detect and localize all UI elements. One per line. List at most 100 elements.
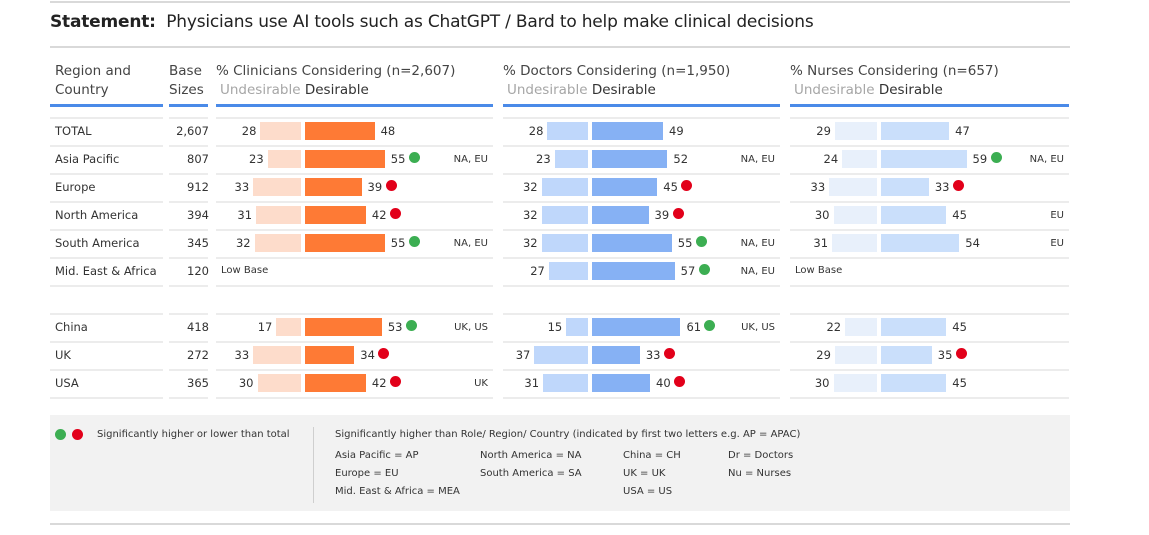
doctors-desirable-bar [592,374,650,392]
low-base-label: Low Base [795,265,843,276]
doctors-undesirable-value: 15 [547,320,563,334]
sig-higher-dot-icon [408,152,420,163]
doctors-title: % Doctors Considering (n=1,950) [503,63,731,79]
nurses-desirable-bar [881,234,960,252]
clinicians-header-underline [216,104,493,107]
row-divider [503,257,780,259]
doctors-desirable-bar [592,178,658,196]
doctors-header: % Doctors Considering (n=1,950) Undesira… [503,62,730,100]
doctors-desirable-bar [592,318,681,336]
doctors-undesirable-value: 27 [530,264,545,278]
legend-abbreviation: Nu = Nurses [728,468,792,479]
row-divider [790,201,1069,203]
row-divider [216,341,493,343]
nurses-undesirable-value: 29 [816,124,831,138]
sig-lower-dot-icon [955,348,967,359]
legend-separator [313,427,314,503]
row-divider [503,173,780,175]
row-divider [50,285,163,287]
region-label: South America [55,236,140,250]
row-divider [169,201,208,203]
base-header-line2: Sizes [169,82,204,98]
row-divider [503,229,780,231]
doctors-undesirable-value: 31 [524,376,540,390]
base-size: 394 [187,208,209,222]
region-label: USA [55,376,79,390]
doctors-desirable-bar [592,262,675,280]
doctors-undesirable-bar [534,346,588,364]
legend-abbreviation: North America = NA [480,450,582,461]
row-divider [503,285,780,287]
nurses-undesirable-value: 33 [810,180,826,194]
sig-higher-dot-icon [695,236,707,247]
nurses-undesirable-value: 22 [826,320,842,334]
doctors-undesirable-value: 28 [528,124,544,138]
nurses-header: % Nurses Considering (n=657) Undesirable… [790,62,999,100]
clinicians-undesirable-bar [254,234,301,252]
base-header-underline [169,104,208,107]
clinicians-desirable-value: 34 [360,348,375,362]
nurses-undesirable-value: 30 [814,208,830,222]
nurses-desirable-value: 45 [952,320,967,334]
doctors-sig-vs-label: NA, EU [740,154,775,165]
doctors-desirable-bar [592,234,672,252]
nurses-desirable-value: 59 [972,152,988,166]
doctors-undesirable-bar [541,178,588,196]
row-divider [216,145,493,147]
clinicians-desirable-bar [305,178,362,196]
clinicians-undesirable-bar [253,178,301,196]
row-divider [169,369,208,371]
page-title: Statement: Physicians use AI tools such … [50,12,814,32]
doctors-desirable-value: 52 [673,152,689,166]
statement-prefix: Statement: [50,12,156,32]
region-label: China [55,320,88,334]
base-size: 120 [187,264,209,278]
doctors-header-underline [503,104,780,107]
base-header: Base Sizes [169,62,204,100]
doctors-undesirable-bar [547,122,588,140]
row-divider [50,257,163,259]
region-header-line1: Region and [55,63,131,79]
clinicians-undesirable-bar [256,206,301,224]
clinicians-undesirable-bar [267,150,301,168]
legend-abbreviation: Dr = Doctors [728,450,794,461]
row-divider [169,173,208,175]
nurses-desirable-value: 54 [965,236,980,250]
base-size: 807 [187,152,209,166]
doctors-desirable-value: 39 [654,208,670,222]
clinicians-undesirable-bar [257,374,301,392]
clinicians-sig-vs-label: NA, EU [453,154,488,165]
nurses-desirable-bar [881,374,947,392]
row-divider [169,341,208,343]
row-divider [790,257,1069,259]
legend-abbreviation: South America = SA [480,468,582,479]
doctors-undesirable-bar [548,262,588,280]
nurses-desirable-bar [881,150,967,168]
doctors-desirable-value: 45 [663,180,678,194]
sig-lower-dot-icon [952,180,964,191]
sig-lower-dot-icon [663,348,675,359]
nurses-desirable-value: 35 [937,348,953,362]
nurses-undesirable-bar [833,206,877,224]
clinicians-header: % Clinicians Considering (n=2,607) Undes… [216,62,455,100]
clinicians-desirable-bar [305,318,382,336]
region-label: Europe [55,180,96,194]
nurses-desirable-bar [881,178,929,196]
row-divider [216,313,493,315]
row-divider [503,341,780,343]
row-divider [790,313,1069,315]
doctors-undesirable-value: 32 [522,180,538,194]
doctors-desirable-value: 49 [669,124,684,138]
nurses-undesirable-bar [842,150,877,168]
clinicians-undesirable-bar [276,318,301,336]
row-divider [216,117,493,119]
legend-abbreviation: Mid. East & Africa = MEA [335,486,460,497]
row-divider [169,145,208,147]
clinicians-title: % Clinicians Considering (n=2,607) [216,63,456,79]
nurses-undesirable-value: 29 [816,348,831,362]
base-size: 418 [187,320,209,334]
desirable-label: Desirable [304,82,369,98]
undesirable-label: Undesirable [794,82,875,98]
row-divider [50,145,163,147]
doctors-desirable-bar [592,206,649,224]
